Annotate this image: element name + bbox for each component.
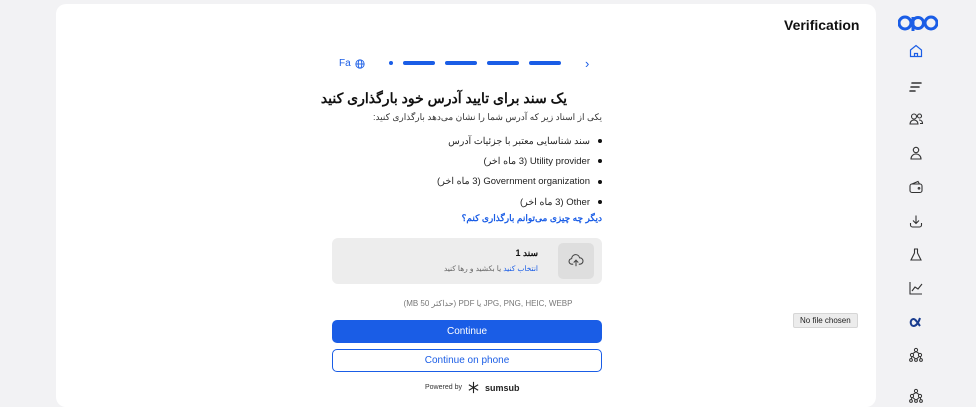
chart-icon[interactable]: [906, 278, 926, 298]
progress-step: [529, 61, 561, 65]
progress-step: [445, 61, 477, 65]
bullet-icon: [598, 200, 602, 205]
globe-icon: [355, 58, 365, 69]
list-item-label: سند شناسایی معتبر با جزئیات آدرس: [448, 135, 590, 147]
language-selector[interactable]: Fa: [339, 58, 365, 69]
powered-by-label: Powered by: [425, 384, 462, 391]
chevron-right-icon[interactable]: ›: [585, 56, 589, 71]
progress-step: [403, 61, 435, 65]
lines-logo-icon[interactable]: [906, 77, 926, 97]
list-item-label: Utility provider (3 ماه اخر): [483, 155, 590, 167]
help-link[interactable]: دیگر چه چیزی می‌توانم بارگذاری کنم؟: [462, 213, 602, 224]
network-icon[interactable]: [906, 386, 926, 406]
upload-title: سند 1: [515, 248, 539, 258]
home-icon[interactable]: [906, 41, 926, 61]
form-subtext: یکی از اسناد زیر که آدرس شما را نشان می‌…: [372, 112, 602, 122]
download-icon[interactable]: [906, 211, 926, 231]
document-list: سند شناسایی معتبر با جزئیات آدرس Utility…: [437, 131, 602, 212]
sumsub-logo-icon: [468, 381, 479, 394]
flask-icon[interactable]: [906, 245, 926, 265]
bullet-icon: [598, 139, 602, 144]
user-icon[interactable]: [906, 143, 926, 163]
continue-button[interactable]: Continue: [332, 320, 602, 343]
progress-step: [487, 61, 519, 65]
allowed-formats: JPG, PNG, HEIC, WEBP یا PDF (حداکثر 50 M…: [403, 299, 573, 308]
list-item: Government organization (3 ماه اخر): [437, 172, 602, 192]
alpha-icon[interactable]: [906, 312, 926, 332]
upload-dropzone[interactable]: سند 1 انتخاب کنید یا بکشید و رها کنید: [332, 238, 602, 284]
bullet-icon: [598, 179, 602, 184]
form-heading: یک سند برای تایید آدرس خود بارگذاری کنید: [320, 90, 567, 106]
list-item: سند شناسایی معتبر با جزئیات آدرس: [437, 131, 602, 151]
list-item-label: Other (3 ماه اخر): [519, 196, 590, 208]
formats-row: JPG, PNG, HEIC, WEBP یا PDF (حداکثر 50 M…: [0, 293, 976, 311]
cloud-upload-icon: [568, 254, 584, 267]
drag-hint: یا بکشید و رها کنید: [443, 264, 504, 273]
list-item: Other (3 ماه اخر): [437, 192, 602, 212]
wallet-icon[interactable]: [906, 177, 926, 197]
bullet-icon: [598, 159, 602, 164]
continue-on-phone-button[interactable]: Continue on phone: [332, 349, 602, 372]
progress-bar: [389, 61, 561, 65]
upload-button[interactable]: [558, 243, 594, 279]
app-logo-icon[interactable]: [898, 13, 938, 33]
list-item: Utility provider (3 ماه اخر): [437, 151, 602, 171]
language-label: Fa: [339, 58, 351, 69]
powered-by[interactable]: Powered by sumsub: [425, 381, 519, 394]
page-title: Verification: [784, 17, 860, 33]
sumsub-brand: sumsub: [484, 382, 520, 393]
users-icon[interactable]: [906, 109, 926, 129]
upload-hint: انتخاب کنید یا بکشید و رها کنید: [444, 264, 538, 273]
list-item-label: Government organization (3 ماه اخر): [437, 176, 590, 188]
progress-step: [389, 61, 393, 65]
select-file-link[interactable]: انتخاب کنید: [503, 264, 538, 273]
network-icon[interactable]: [906, 345, 926, 365]
file-tooltip: No file chosen: [793, 313, 858, 328]
